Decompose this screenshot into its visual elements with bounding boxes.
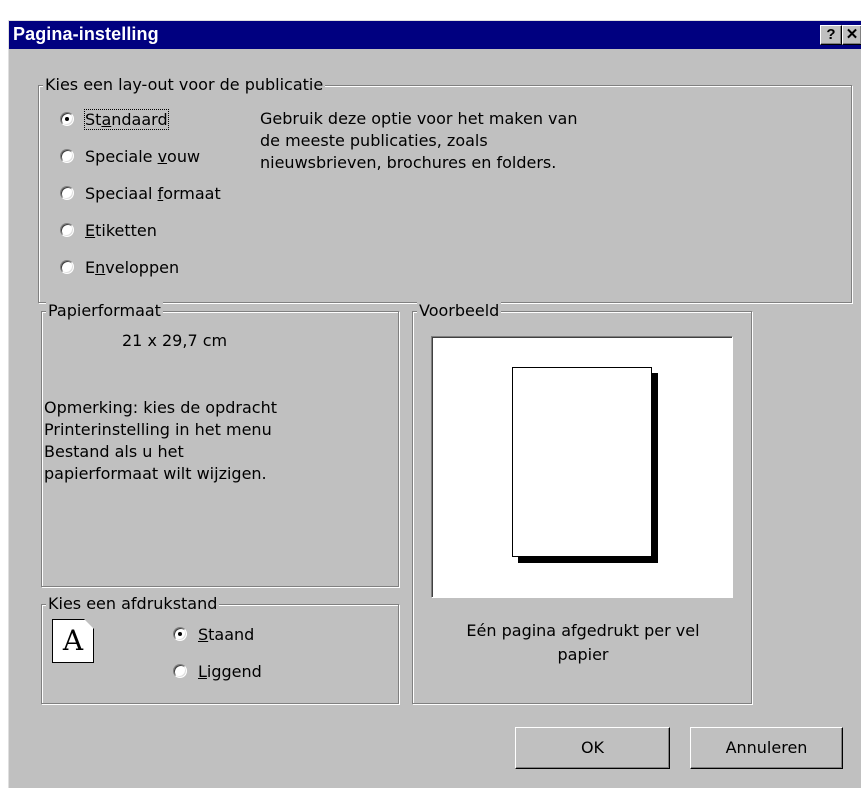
layout-group-legend: Kies een lay-out voor de publicatie xyxy=(43,75,326,95)
radio-speciale-vouw[interactable]: Speciale vouw xyxy=(60,144,200,168)
paper-size-group: Papierformaat 21 x 29,7 cm Opmerking: ki… xyxy=(41,301,399,587)
title-bar[interactable]: Pagina-instelling ? ✕ xyxy=(9,21,861,49)
dialog-title: Pagina-instelling xyxy=(13,24,159,44)
radio-speciaal-formaat-button[interactable] xyxy=(60,186,74,200)
radio-speciaal-formaat-label[interactable]: Speciaal formaat xyxy=(85,184,221,203)
orientation-legend: Kies een afdrukstand xyxy=(46,594,220,614)
paper-note-line: Printerinstelling in het menu xyxy=(44,420,272,439)
layout-description: Gebruik deze optie voor het maken van de… xyxy=(260,108,577,174)
paper-size-value: 21 x 29,7 cm xyxy=(122,331,228,350)
preview-group: Voorbeeld Eén pagina afgedrukt per vel p… xyxy=(412,301,753,704)
radio-liggend-label[interactable]: Liggend xyxy=(198,662,262,681)
radio-standaard[interactable]: Standaard xyxy=(60,107,169,131)
preview-caption-line: Eén pagina afgedrukt per vel xyxy=(466,621,700,640)
radio-speciale-vouw-label[interactable]: Speciale vouw xyxy=(85,147,200,166)
radio-etiketten-label[interactable]: Etiketten xyxy=(85,221,157,240)
preview-legend: Voorbeeld xyxy=(417,301,502,321)
close-button[interactable]: ✕ xyxy=(842,25,861,45)
radio-speciaal-formaat[interactable]: Speciaal formaat xyxy=(60,181,221,205)
radio-standaard-label[interactable]: Standaard xyxy=(84,108,169,130)
radio-staand-button[interactable] xyxy=(173,627,187,641)
paper-size-legend: Papierformaat xyxy=(46,301,163,321)
radio-staand-label[interactable]: Staand xyxy=(198,625,254,644)
portrait-page-letter: A xyxy=(62,624,84,657)
preview-caption-line: papier xyxy=(557,645,609,664)
portrait-page-icon: A xyxy=(52,619,94,663)
paper-note-line: Opmerking: kies de opdracht xyxy=(44,398,277,417)
radio-etiketten[interactable]: Etiketten xyxy=(60,218,157,242)
radio-staand[interactable]: Staand xyxy=(173,622,254,646)
radio-enveloppen-label[interactable]: Enveloppen xyxy=(85,258,179,277)
radio-liggend-button[interactable] xyxy=(173,664,187,678)
preview-caption: Eén pagina afgedrukt per vel papier xyxy=(413,619,753,667)
cancel-button[interactable]: Annuleren xyxy=(690,727,843,769)
radio-enveloppen[interactable]: Enveloppen xyxy=(60,255,179,279)
radio-liggend[interactable]: Liggend xyxy=(173,659,262,683)
layout-description-line: de meeste publicaties, zoals xyxy=(260,131,488,150)
preview-canvas xyxy=(431,336,733,598)
radio-enveloppen-button[interactable] xyxy=(60,260,74,274)
paper-note-line: papierformaat wilt wijzigen. xyxy=(44,464,267,483)
radio-standaard-button[interactable] xyxy=(60,112,74,126)
layout-description-line: Gebruik deze optie voor het maken van xyxy=(260,109,578,128)
radio-speciale-vouw-button[interactable] xyxy=(60,149,74,163)
page-preview xyxy=(512,367,652,557)
paper-size-note: Opmerking: kies de opdracht Printerinste… xyxy=(44,397,277,485)
ok-button[interactable]: OK xyxy=(515,727,670,769)
orientation-group: Kies een afdrukstand A Staand Liggend xyxy=(41,594,399,704)
layout-description-line: nieuwsbrieven, brochures en folders. xyxy=(260,153,557,172)
layout-group: Kies een lay-out voor de publicatie Stan… xyxy=(38,75,852,303)
help-button[interactable]: ? xyxy=(820,25,842,45)
radio-etiketten-button[interactable] xyxy=(60,223,74,237)
paper-note-line: Bestand als u het xyxy=(44,442,184,461)
page-setup-dialog: Pagina-instelling ? ✕ Kies een lay-out v… xyxy=(8,20,861,788)
